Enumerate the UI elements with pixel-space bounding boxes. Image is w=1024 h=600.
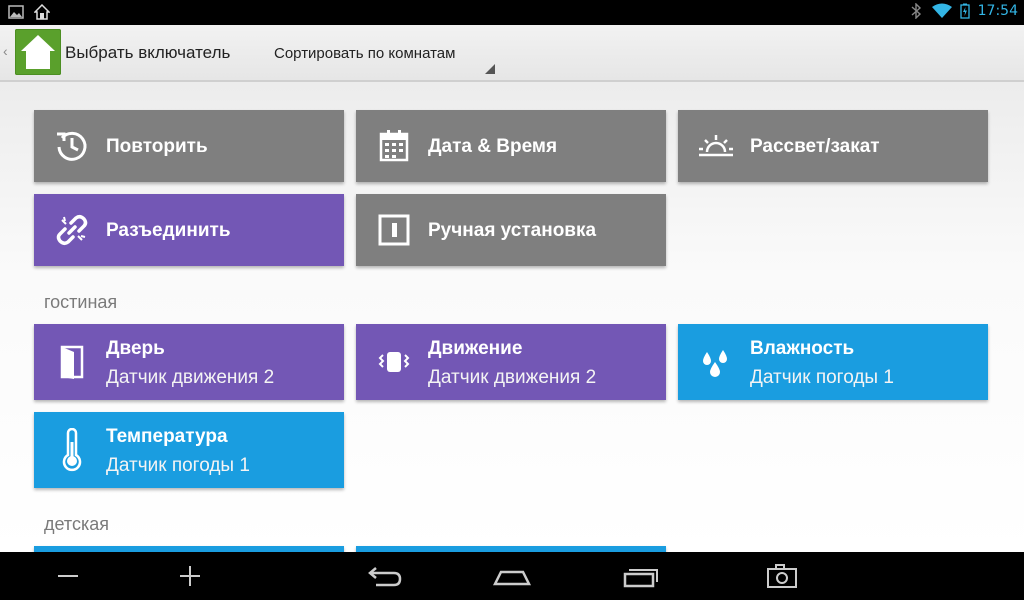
tile-subtitle: Датчик движения 2: [428, 367, 597, 388]
page-title: Выбрать включатель: [65, 43, 231, 62]
section-header-kids-room: детская: [44, 514, 109, 534]
humidity-icon: [703, 350, 727, 377]
home-icon[interactable]: [492, 562, 532, 590]
tile-subtitle: Датчик погоды 1: [750, 367, 894, 388]
sunrise-icon: [699, 135, 733, 157]
wifi-icon: [931, 3, 952, 18]
navigation-bar: [0, 552, 1024, 600]
thermometer-icon: [62, 428, 82, 472]
tile-subtitle: Датчик погоды 1: [106, 455, 250, 476]
home-notification-icon: [34, 4, 50, 20]
unlink-icon: [56, 214, 88, 246]
tile-title: Разъединить: [106, 220, 231, 241]
plus-icon[interactable]: [170, 562, 210, 590]
tile-motion[interactable]: Движение Датчик движения 2: [356, 324, 666, 400]
tile-title: Влажность: [750, 338, 855, 359]
manual-switch-icon: [378, 214, 410, 246]
repeat-icon: [57, 131, 87, 161]
minus-icon[interactable]: [48, 562, 88, 590]
tile-repeat[interactable]: Повторить: [34, 110, 344, 182]
clock: 17:54: [977, 3, 1018, 19]
tile-door[interactable]: Дверь Датчик движения 2: [34, 324, 344, 400]
up-caret-icon[interactable]: ‹: [3, 43, 8, 59]
app-logo[interactable]: [15, 29, 61, 75]
back-icon[interactable]: [364, 562, 404, 590]
battery-icon: [959, 3, 970, 19]
tile-title: Дверь: [106, 338, 165, 359]
bluetooth-icon: [911, 3, 921, 19]
tile-subtitle: Датчик движения 2: [106, 367, 275, 388]
recents-icon[interactable]: [620, 562, 660, 590]
tile-unlink[interactable]: Разъединить: [34, 194, 344, 266]
sort-spinner[interactable]: Сортировать по комнатам: [262, 25, 498, 80]
trigger-list: Повторить Дата & Время Рассвет/закат Раз…: [0, 82, 1024, 552]
calendar-icon: [379, 130, 409, 162]
sort-spinner-label: Сортировать по комнатам: [274, 45, 456, 62]
tile-title: Повторить: [106, 136, 208, 157]
action-bar: ‹ Выбрать включатель Сортировать по комн…: [0, 25, 1024, 82]
picture-notification-icon: [8, 5, 24, 19]
tile-title: Дата & Время: [428, 136, 558, 157]
tile-temperature[interactable]: Температура Датчик погоды 1: [34, 412, 344, 488]
tile-title: Рассвет/закат: [750, 136, 880, 157]
tile-sunrise-sunset[interactable]: Рассвет/закат: [678, 110, 988, 182]
door-icon: [60, 345, 84, 379]
tile-title: Движение: [428, 338, 523, 359]
tile-manual[interactable]: Ручная установка: [356, 194, 666, 266]
status-bar: 17:54: [0, 0, 1024, 25]
tile-title: Температура: [106, 426, 228, 447]
tile-humidity[interactable]: Влажность Датчик погоды 1: [678, 324, 988, 400]
section-header-living-room: гостиная: [44, 292, 118, 312]
tile-title: Ручная установка: [428, 220, 597, 241]
tile-date-time[interactable]: Дата & Время: [356, 110, 666, 182]
spinner-triangle-icon: [485, 64, 495, 74]
screenshot-icon[interactable]: [762, 562, 802, 590]
motion-icon: [378, 352, 410, 372]
house-icon: [21, 35, 55, 69]
